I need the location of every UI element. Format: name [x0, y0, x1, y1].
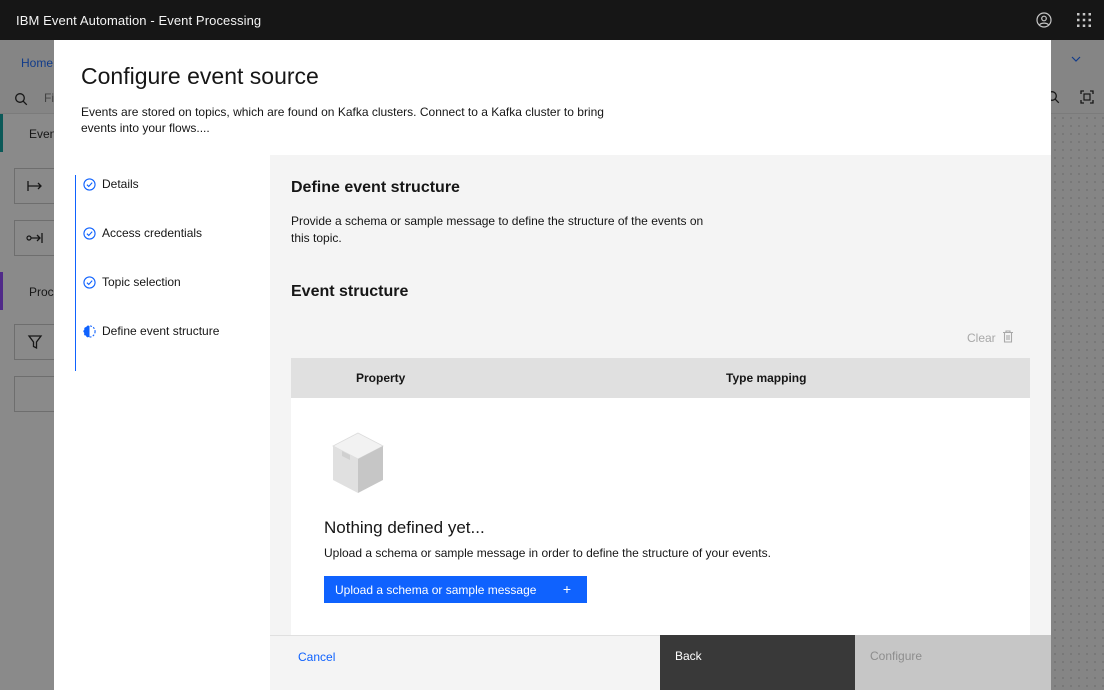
add-icon: +: [562, 581, 571, 597]
event-structure-table: Property Type mapping Nothing defined ye…: [291, 358, 1030, 635]
checkmark-outline-icon: [82, 275, 96, 289]
configure-event-source-modal: Configure event source Events are stored…: [54, 40, 1051, 690]
event-structure-heading: Event structure: [291, 283, 409, 300]
footer-spacer: [54, 635, 270, 690]
app-title: IBM Event Automation - Event Processing: [16, 12, 262, 28]
incomplete-icon: [82, 324, 96, 338]
configure-button[interactable]: Configure: [855, 635, 1051, 690]
checkmark-outline-icon: [82, 177, 96, 191]
modal-header: Configure event source Events are stored…: [54, 40, 1051, 155]
cancel-label: Cancel: [298, 650, 336, 664]
trash-can-icon: [1002, 330, 1014, 346]
step-access-credentials[interactable]: Access credentials: [82, 223, 202, 243]
checkmark-outline-icon: [82, 226, 96, 240]
modal-title: Configure event source: [81, 63, 319, 89]
step-label: Access credentials: [102, 226, 203, 240]
step-define-event-structure[interactable]: Define event structure: [82, 321, 219, 341]
step-content: Define event structure Provide a schema …: [270, 155, 1051, 635]
configure-label: Configure: [870, 649, 923, 663]
app-switcher-icon[interactable]: [1064, 0, 1104, 40]
modal-description: Events are stored on topics, which are f…: [81, 105, 604, 135]
step-label: Define event structure: [102, 324, 220, 338]
content-heading: Define event structure: [291, 179, 460, 196]
clear-button[interactable]: Clear: [967, 330, 1014, 346]
step-details[interactable]: Details: [82, 174, 139, 194]
upload-button-label: Upload a schema or sample message: [335, 582, 537, 597]
table-header: Property Type mapping: [291, 358, 1030, 398]
content-description: Provide a schema or sample message to de…: [291, 214, 704, 245]
back-button[interactable]: Back: [660, 635, 855, 690]
upload-schema-button[interactable]: Upload a schema or sample message +: [324, 576, 587, 603]
step-label: Details: [102, 177, 139, 191]
clear-label: Clear: [967, 331, 996, 345]
step-topic-selection[interactable]: Topic selection: [82, 272, 181, 292]
box-icon: [331, 431, 385, 502]
modal-footer: Cancel Back Configure: [54, 635, 1051, 690]
empty-state-title: Nothing defined yet...: [324, 518, 485, 537]
back-label: Back: [675, 649, 702, 663]
user-avatar-icon[interactable]: [1024, 0, 1064, 40]
column-header-property: Property: [356, 371, 406, 385]
empty-state-description: Upload a schema or sample message in ord…: [324, 546, 771, 560]
progress-line: [75, 175, 76, 371]
progress-indicator: Details Access credentials Topic selecti…: [54, 155, 270, 635]
column-header-type-mapping: Type mapping: [726, 371, 807, 385]
step-label: Topic selection: [102, 275, 181, 289]
app-header: IBM Event Automation - Event Processing: [0, 0, 1104, 40]
cancel-button[interactable]: Cancel: [270, 635, 660, 690]
